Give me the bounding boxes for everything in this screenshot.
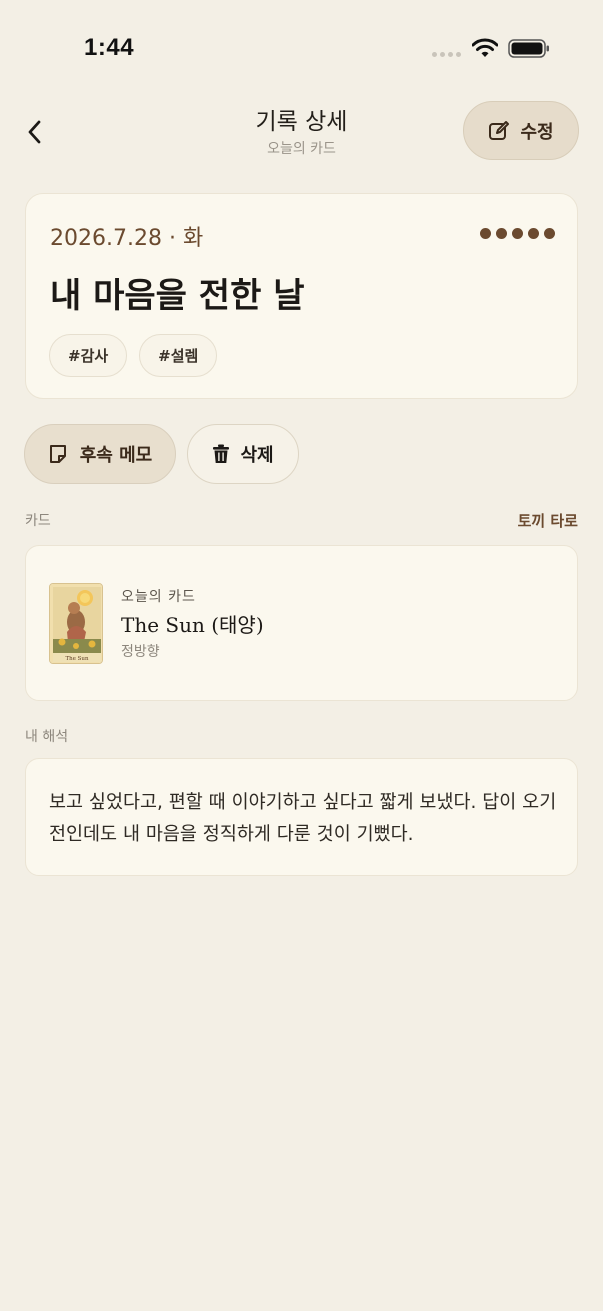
interpretation-box: 보고 싶었다고, 편할 때 이야기하고 싶다고 짧게 보냈다. 답이 오기 전인… (25, 758, 578, 876)
status-time: 1:44 (84, 34, 135, 61)
tarot-card-image: The Sun (49, 583, 103, 664)
status-bar: 1:44 (0, 0, 603, 96)
card-name: The Sun (태양) (121, 613, 264, 637)
follow-up-memo-button[interactable]: 후속 메모 (24, 424, 176, 484)
mood-rating (480, 228, 555, 239)
rating-dot (496, 228, 507, 239)
tag-chip[interactable]: #설렘 (139, 334, 218, 377)
entry-date: 2026.7.28 · 화 (50, 226, 204, 251)
rating-dot (528, 228, 539, 239)
drawn-card[interactable]: The Sun 오늘의 카드 The Sun (태양) 정방향 (25, 545, 578, 701)
interpretation-section-label: 내 해석 (25, 729, 69, 745)
deck-name-link[interactable]: 토끼 타로 (518, 510, 578, 531)
rating-dot (480, 228, 491, 239)
card-caption: 오늘의 카드 (121, 589, 196, 605)
interpretation-text: 보고 싶었다고, 편할 때 이야기하고 싶다고 짧게 보냈다. 답이 오기 전인… (49, 792, 557, 845)
edit-icon (489, 120, 510, 140)
cellular-signal-icon (432, 52, 461, 57)
rating-dot (544, 228, 555, 239)
tag-chip[interactable]: #감사 (49, 334, 128, 377)
memo-icon (49, 445, 66, 463)
card-section-label: 카드 (25, 513, 51, 529)
trash-icon (213, 444, 230, 463)
card-orientation: 정방향 (121, 644, 160, 660)
delete-button[interactable]: 삭제 (187, 424, 299, 484)
edit-button[interactable]: 수정 (463, 101, 579, 160)
wifi-icon (472, 38, 498, 57)
memo-button-label: 후속 메모 (79, 445, 153, 466)
tarot-thumb-label: The Sun (65, 656, 89, 662)
edit-button-label: 수정 (520, 121, 554, 143)
rating-dot (512, 228, 523, 239)
entry-title: 내 마음을 전한 날 (50, 276, 305, 316)
entry-card: 2026.7.28 · 화 내 마음을 전한 날 #감사 #설렘 (25, 193, 578, 399)
delete-button-label: 삭제 (240, 445, 274, 466)
tag-list: #감사 #설렘 (49, 334, 218, 377)
battery-icon (508, 39, 549, 58)
